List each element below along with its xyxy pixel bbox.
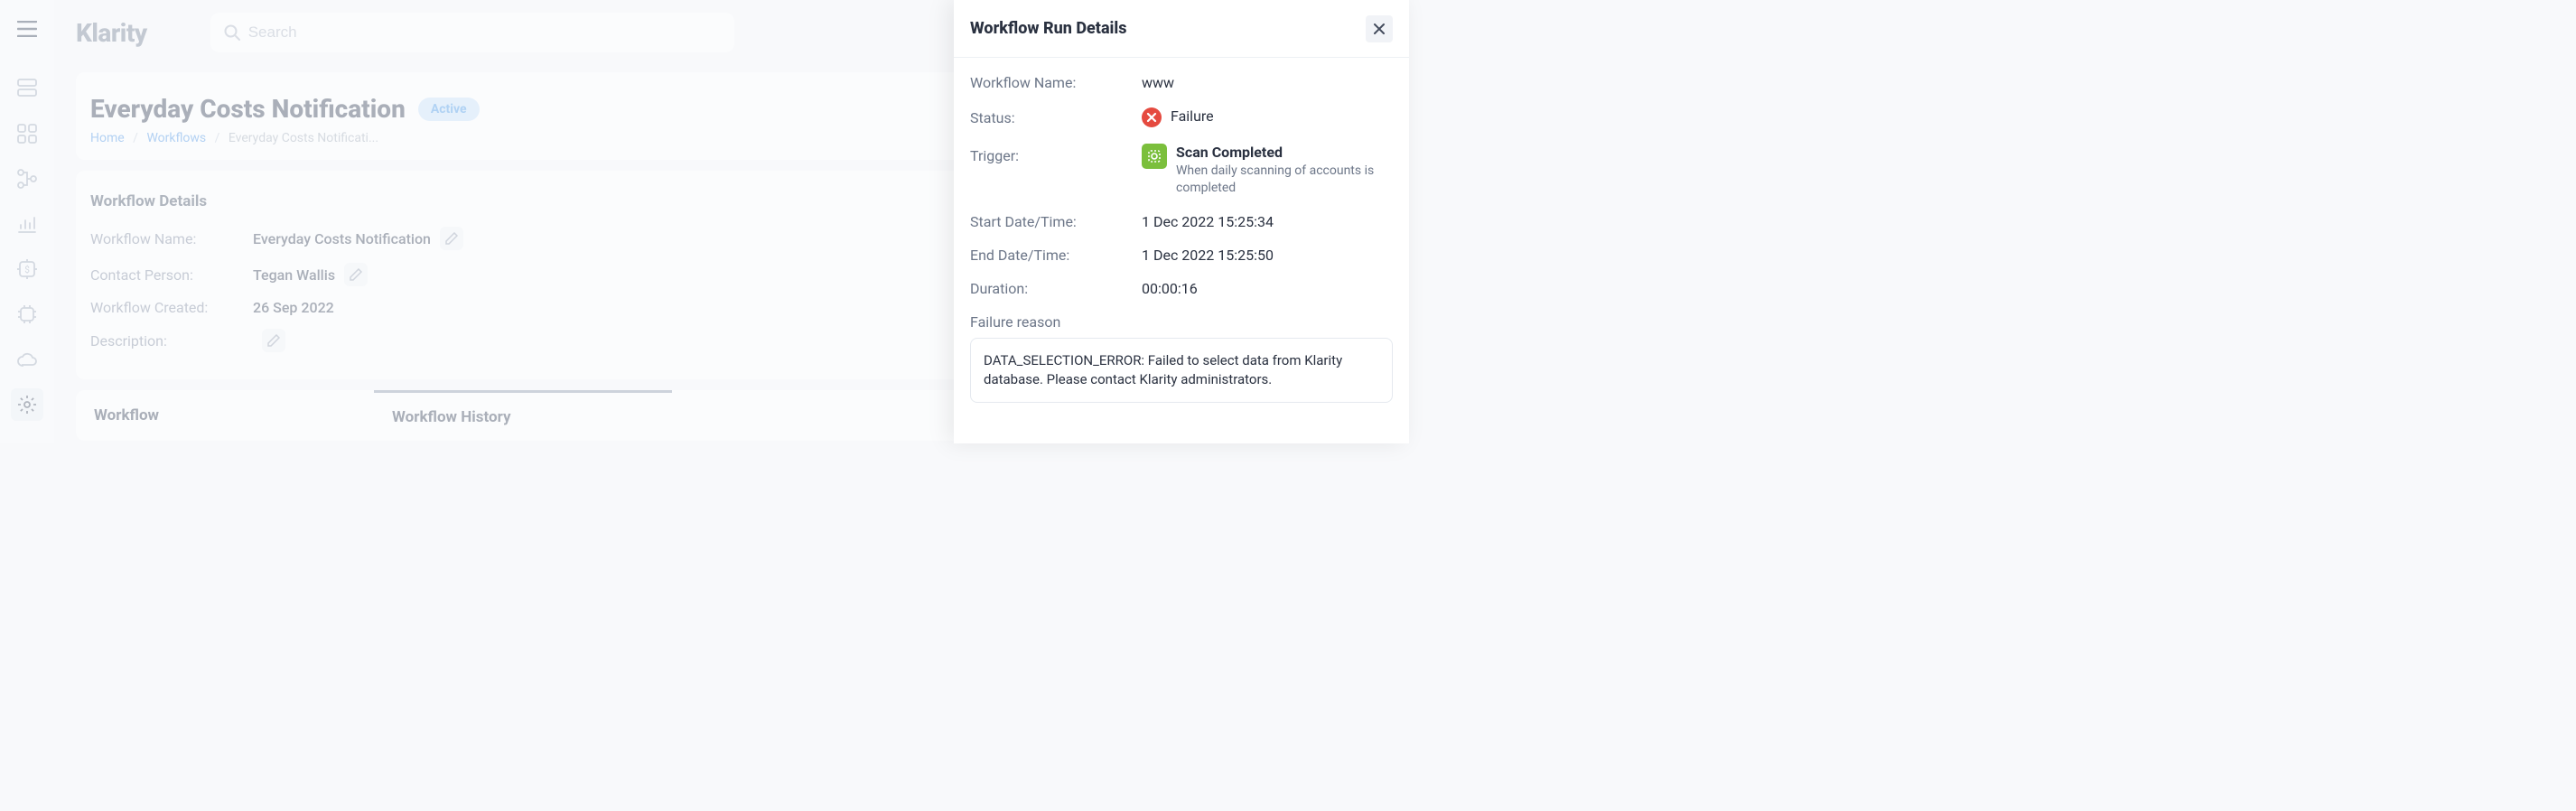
- search-box[interactable]: [210, 13, 734, 52]
- label-created: Workflow Created:: [90, 299, 253, 316]
- pencil-icon: [350, 268, 362, 281]
- failure-status-icon: [1142, 107, 1162, 127]
- panel-label-status: Status:: [970, 109, 1142, 126]
- search-input[interactable]: [248, 23, 722, 42]
- panel-label-end: End Date/Time:: [970, 247, 1142, 264]
- panel-label-name: Workflow Name:: [970, 74, 1142, 91]
- value-created: 26 Sep 2022: [253, 299, 334, 316]
- pencil-icon: [267, 334, 280, 347]
- chip-icon: [17, 304, 37, 324]
- run-details-panel: Workflow Run Details Workflow Name: www …: [954, 0, 1409, 443]
- sidebar-item-compute[interactable]: [11, 298, 43, 331]
- sidebar-item-cloud[interactable]: [11, 343, 43, 376]
- breadcrumb-workflows[interactable]: Workflows: [146, 131, 206, 145]
- label-contact: Contact Person:: [90, 266, 253, 284]
- value-contact: Tegan Wallis: [253, 266, 335, 284]
- sidebar-item-analytics[interactable]: [11, 208, 43, 240]
- gear-icon: [17, 395, 37, 415]
- workflow-icon: [17, 169, 37, 189]
- panel-value-status: Failure: [1171, 107, 1214, 125]
- edit-contact-button[interactable]: [344, 263, 368, 286]
- panel-label-trigger: Trigger:: [970, 144, 1142, 164]
- sidebar-item-dashboard[interactable]: [11, 72, 43, 105]
- sidebar-item-apps[interactable]: [11, 117, 43, 150]
- grid-icon: [17, 124, 37, 144]
- chip-dollar-icon: $: [17, 259, 37, 279]
- panel-value-duration: 00:00:16: [1142, 280, 1198, 297]
- close-panel-button[interactable]: [1366, 15, 1393, 42]
- page-title: Everyday Costs Notification: [90, 94, 406, 124]
- sidebar-item-workflows[interactable]: [11, 163, 43, 195]
- sidebar: $: [0, 0, 54, 443]
- panel-value-start: 1 Dec 2022 15:25:34: [1142, 213, 1274, 230]
- sidebar-item-settings[interactable]: [11, 388, 43, 421]
- scan-icon: [1142, 144, 1167, 169]
- svg-text:$: $: [24, 264, 30, 275]
- tab-workflow-history[interactable]: Workflow History: [374, 390, 672, 441]
- trigger-text: Scan Completed When daily scanning of ac…: [1176, 144, 1393, 197]
- pencil-icon: [445, 232, 458, 245]
- dashboard-icon: [17, 79, 37, 98]
- breadcrumb-home[interactable]: Home: [90, 131, 125, 145]
- panel-value-end: 1 Dec 2022 15:25:50: [1142, 247, 1274, 264]
- label-workflow-name: Workflow Name:: [90, 230, 253, 247]
- failure-message: DATA_SELECTION_ERROR: Failed to select d…: [970, 338, 1393, 403]
- value-workflow-name: Everyday Costs Notification: [253, 230, 431, 247]
- tab-workflow[interactable]: Workflow: [76, 390, 374, 441]
- panel-label-start: Start Date/Time:: [970, 213, 1142, 230]
- close-icon: [1372, 22, 1386, 36]
- status-badge: Active: [418, 98, 480, 121]
- menu-toggle[interactable]: [11, 13, 43, 45]
- label-description: Description:: [90, 332, 253, 350]
- sidebar-item-costs[interactable]: $: [11, 253, 43, 285]
- panel-label-duration: Duration:: [970, 280, 1142, 297]
- hamburger-icon: [17, 21, 37, 37]
- chart-icon: [17, 214, 37, 234]
- panel-label-failure: Failure reason: [970, 313, 1393, 331]
- breadcrumb-current: Everyday Costs Notificati...: [229, 131, 378, 145]
- trigger-title: Scan Completed: [1176, 144, 1393, 161]
- cloud-icon: [16, 351, 38, 368]
- panel-title: Workflow Run Details: [970, 19, 1127, 38]
- edit-description-button[interactable]: [262, 329, 285, 352]
- x-icon: [1146, 112, 1157, 123]
- search-icon: [223, 23, 241, 42]
- app-logo: Klarity: [76, 18, 147, 48]
- trigger-description: When daily scanning of accounts is compl…: [1176, 163, 1393, 197]
- edit-name-button[interactable]: [440, 227, 463, 250]
- panel-value-name: www: [1142, 74, 1174, 91]
